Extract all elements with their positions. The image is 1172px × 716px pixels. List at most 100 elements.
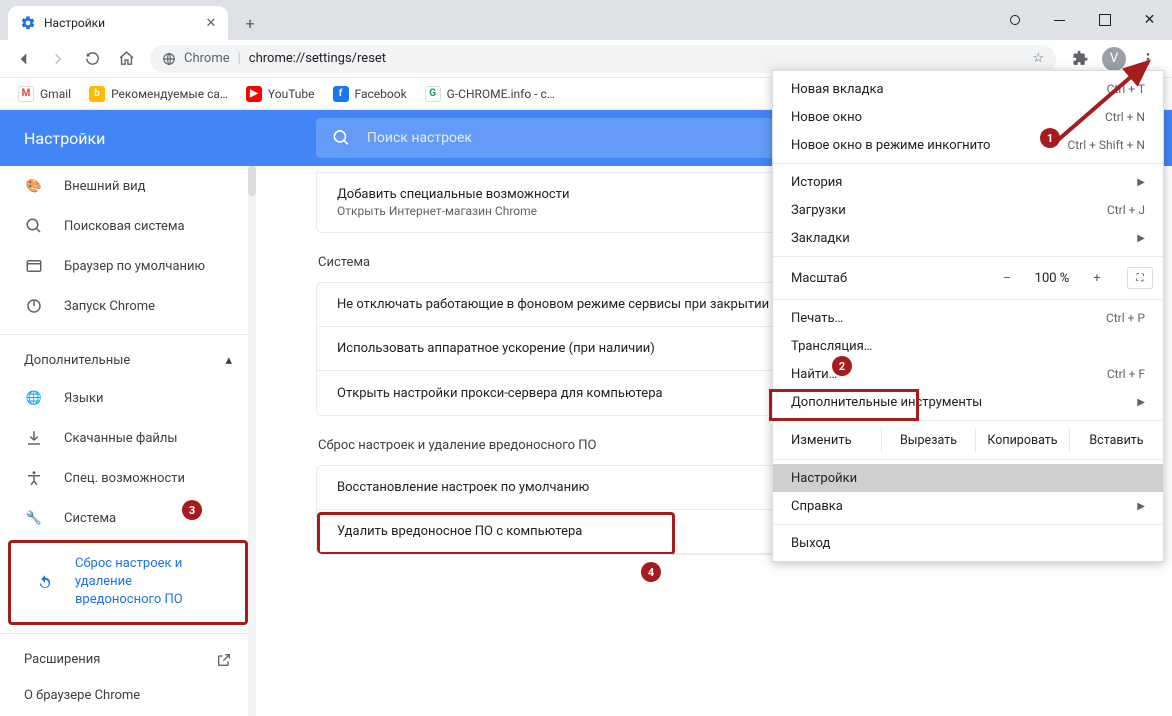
- bookmark-recommended[interactable]: bРекомендуемые са…: [83, 82, 234, 106]
- annotation-badge-1: 1: [1040, 128, 1060, 148]
- bookmark-facebook[interactable]: fFacebook: [327, 82, 413, 106]
- wrench-icon: 🔧: [24, 508, 44, 528]
- sidebar-item-accessibility[interactable]: Спец. возможности: [0, 458, 240, 498]
- fullscreen-button[interactable]: ⛶: [1127, 267, 1153, 289]
- sidebar-about-link[interactable]: О браузере Chrome: [0, 678, 256, 713]
- menu-exit[interactable]: Выход: [773, 529, 1163, 557]
- settings-title: Настройки: [0, 129, 256, 148]
- restore-icon: [35, 572, 55, 592]
- youtube-icon: ▶: [246, 86, 262, 102]
- menu-edit-row: Изменить Вырезать Копировать Вставить: [773, 425, 1163, 455]
- home-button[interactable]: [110, 43, 142, 75]
- site-info-icon[interactable]: [162, 52, 176, 66]
- browser-tab[interactable]: Настройки ✕: [8, 6, 228, 40]
- menu-print[interactable]: Печать… Ctrl + P: [773, 304, 1163, 332]
- annotation-box-sidebar: Сброс настроек и удаление вредоносного П…: [8, 540, 248, 625]
- sidebar-item-downloads[interactable]: Скачанные файлы: [0, 418, 240, 458]
- menu-item-label: Печать…: [791, 311, 843, 326]
- sidebar-item-system[interactable]: 🔧 Система: [0, 498, 240, 538]
- browser-icon: [24, 256, 44, 276]
- menu-settings[interactable]: Настройки: [773, 464, 1163, 492]
- bookmark-youtube[interactable]: ▶YouTube: [240, 82, 321, 106]
- sidebar-item-startup[interactable]: Запуск Chrome: [0, 286, 240, 326]
- sidebar-item-reset[interactable]: Сброс настроек и удаление вредоносного П…: [11, 545, 245, 620]
- menu-item-label: Закладки: [791, 231, 850, 246]
- sidebar-item-label: Расширения: [24, 652, 100, 667]
- annotation-box-cleanup: [317, 512, 675, 555]
- reload-button[interactable]: [76, 43, 108, 75]
- palette-icon: 🎨: [24, 176, 44, 196]
- sidebar-item-label: Спец. возможности: [64, 471, 185, 486]
- menu-downloads[interactable]: ЗагрузкиCtrl + J: [773, 196, 1163, 224]
- bookmark-label: Facebook: [355, 87, 407, 101]
- forward-button[interactable]: [42, 43, 74, 75]
- zoom-in-button[interactable]: +: [1083, 271, 1111, 286]
- menu-shortcut: Ctrl + J: [1107, 203, 1145, 217]
- omnibox-scheme: Chrome: [184, 51, 230, 66]
- power-icon: [24, 296, 44, 316]
- close-tab-icon[interactable]: ✕: [204, 16, 218, 30]
- menu-help[interactable]: Справка ▶: [773, 492, 1163, 520]
- sidebar-item-label: О браузере Chrome: [24, 688, 140, 703]
- close-window-button[interactable]: ✕: [1127, 0, 1172, 40]
- sidebar-item-search-engine[interactable]: Поисковая система: [0, 206, 240, 246]
- menu-edit-cut[interactable]: Вырезать: [881, 428, 975, 453]
- bookmark-star-icon[interactable]: ☆: [1032, 51, 1044, 66]
- zoom-out-button[interactable]: –: [993, 271, 1021, 286]
- sidebar-item-label: Система: [64, 511, 116, 526]
- bookmark-label: G-CHROME.info - с…: [447, 87, 555, 101]
- menu-divider: [773, 256, 1163, 257]
- sidebar-scroll-thumb[interactable]: [248, 166, 256, 196]
- annotation-arrow: [1048, 50, 1168, 150]
- zoom-value: 100 %: [1027, 271, 1077, 286]
- window-titlebar: Настройки ✕ + ✕: [0, 0, 1172, 40]
- menu-bookmarks[interactable]: Закладки▶: [773, 224, 1163, 252]
- sidebar-divider: [0, 633, 256, 634]
- menu-edit-paste[interactable]: Вставить: [1069, 428, 1163, 453]
- menu-item-label: Справка: [791, 499, 843, 514]
- sidebar-item-label: Внешний вид: [64, 179, 146, 194]
- menu-zoom: Масштаб – 100 % + ⛶: [773, 261, 1163, 295]
- sidebar-scroll-track[interactable]: [248, 166, 256, 716]
- bookmark-gchrome[interactable]: G G-CHROME.info - с…: [419, 82, 561, 106]
- menu-edit-copy[interactable]: Копировать: [975, 428, 1069, 453]
- row-title: Открыть настройки прокси-сервера для ком…: [337, 386, 663, 401]
- new-tab-button[interactable]: +: [236, 9, 264, 37]
- menu-item-label: Новое окно: [791, 110, 862, 125]
- annotation-box-menu-settings: [769, 389, 919, 421]
- window-controls: ✕: [992, 0, 1172, 40]
- annotation-badge-2: 2: [832, 356, 852, 376]
- row-title: Не отключать работающие в фоновом режиме…: [337, 297, 828, 312]
- menu-item-label: Найти…: [791, 367, 837, 382]
- menu-history[interactable]: История▶: [773, 168, 1163, 196]
- sidebar-item-default-browser[interactable]: Браузер по умолчанию: [0, 246, 240, 286]
- open-external-icon: [216, 652, 232, 668]
- sidebar-item-appearance[interactable]: 🎨 Внешний вид: [0, 166, 240, 206]
- menu-shortcut: Ctrl + P: [1106, 311, 1145, 325]
- menu-divider: [773, 299, 1163, 300]
- menu-divider: [773, 459, 1163, 460]
- row-title: Использовать аппаратное ускорение (при н…: [337, 341, 655, 356]
- sidebar-item-label: Запуск Chrome: [64, 299, 155, 314]
- tab-title: Настройки: [44, 16, 105, 30]
- back-button[interactable]: [8, 43, 40, 75]
- settings-sidebar: 🎨 Внешний вид Поисковая система Браузер …: [0, 110, 256, 716]
- menu-cast[interactable]: Трансляция…: [773, 332, 1163, 360]
- menu-item-label: Новая вкладка: [791, 82, 884, 97]
- sidebar-section-label: Дополнительные: [24, 353, 130, 368]
- maximize-button[interactable]: [1082, 0, 1127, 40]
- site-icon: G: [425, 86, 441, 102]
- sidebar-item-languages[interactable]: 🌐 Языки: [0, 378, 240, 418]
- minimize-button[interactable]: [1037, 0, 1082, 40]
- chevron-right-icon: ▶: [1137, 177, 1145, 188]
- bookmark-label: Gmail: [40, 87, 71, 101]
- menu-item-label: Настройки: [791, 471, 857, 486]
- address-bar[interactable]: Chrome | chrome://settings/reset ☆: [150, 45, 1056, 73]
- sidebar-item-label: Браузер по умолчанию: [64, 259, 205, 274]
- bookmark-gmail[interactable]: MGmail: [12, 82, 77, 106]
- sidebar-extensions-link[interactable]: Расширения: [0, 642, 256, 678]
- sidebar-advanced-toggle[interactable]: Дополнительные ▴: [0, 343, 256, 378]
- annotation-badge-3: 3: [182, 500, 202, 520]
- chevron-right-icon: ▶: [1137, 501, 1145, 512]
- omnibox-url: chrome://settings/reset: [249, 51, 386, 66]
